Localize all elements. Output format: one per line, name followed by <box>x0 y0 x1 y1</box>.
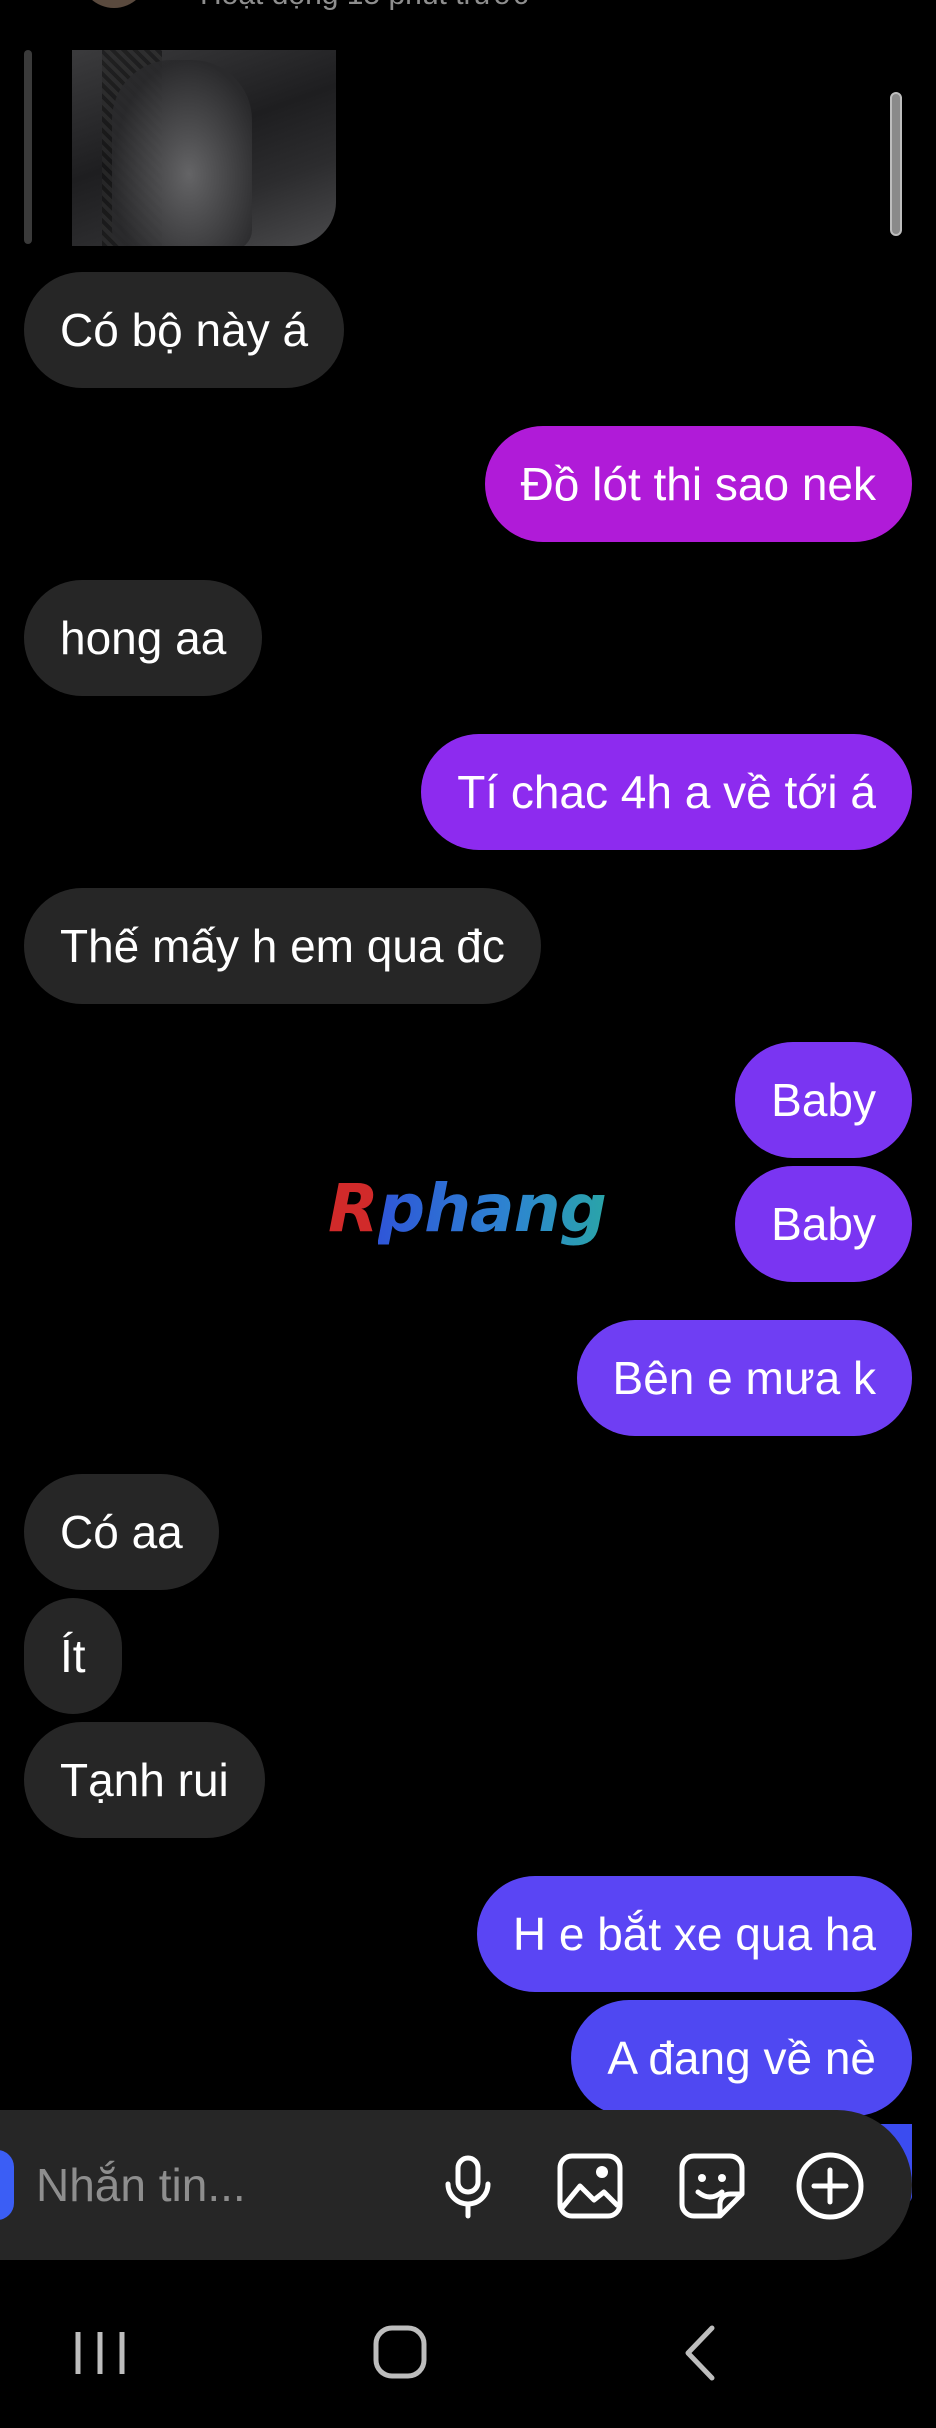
message-outgoing[interactable]: Bên e mưa k <box>576 1320 912 1436</box>
avatar[interactable] <box>80 0 148 8</box>
system-nav-bar <box>0 2268 936 2428</box>
message-outgoing[interactable]: Baby <box>735 1166 912 1282</box>
message-outgoing[interactable]: A đang về nè <box>571 2000 912 2116</box>
camera-button[interactable] <box>0 2150 14 2220</box>
microphone-icon[interactable] <box>432 2150 504 2222</box>
home-icon[interactable] <box>360 2318 440 2388</box>
reply-indicator-line <box>24 50 32 244</box>
message-outgoing[interactable]: Baby <box>735 1042 912 1158</box>
message-outgoing[interactable]: H e bắt xe qua ha <box>476 1876 912 1992</box>
recent-apps-icon[interactable] <box>60 2318 140 2388</box>
back-icon[interactable] <box>662 2318 742 2388</box>
message-incoming[interactable]: Ít <box>24 1598 122 1714</box>
watermark-first-letter: R <box>328 1170 379 1247</box>
gallery-icon[interactable] <box>554 2150 626 2222</box>
message-incoming[interactable]: Tạnh rui <box>24 1722 265 1838</box>
message-incoming[interactable]: Có bộ này á <box>24 272 345 388</box>
watermark-rest: phang <box>377 1170 607 1247</box>
message-input[interactable] <box>36 2150 416 2220</box>
add-icon[interactable] <box>794 2150 866 2222</box>
message-outgoing[interactable]: Đồ lót thi sao nek <box>484 426 912 542</box>
photo-subject <box>112 60 252 246</box>
active-status: Hoạt động 15 phút trước <box>200 0 528 12</box>
message-outgoing[interactable]: Tí chac 4h a về tới á <box>421 734 912 850</box>
shared-photo[interactable] <box>72 50 336 246</box>
message-incoming[interactable]: hong aa <box>24 580 263 696</box>
scrollbar[interactable] <box>890 92 902 236</box>
sticker-icon[interactable] <box>676 2150 748 2222</box>
message-incoming[interactable]: Thế mấy h em qua đc <box>24 888 541 1004</box>
watermark-logo: Rphang <box>328 1170 607 1247</box>
message-incoming[interactable]: Có aa <box>24 1474 219 1590</box>
